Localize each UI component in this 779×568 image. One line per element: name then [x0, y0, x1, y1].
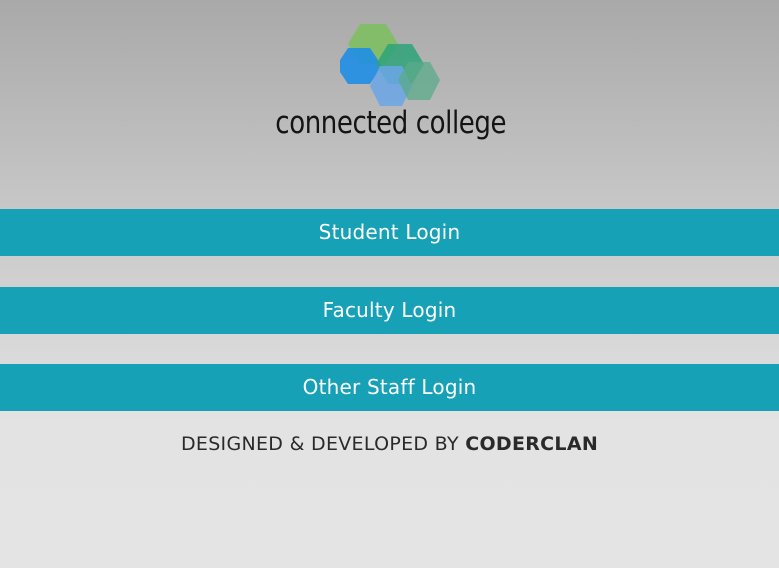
student-login-button[interactable]: Student Login [0, 209, 779, 256]
college-logo: connected college [0, 14, 779, 154]
faculty-login-button[interactable]: Faculty Login [0, 287, 779, 334]
hexagon-cluster-logo-icon [340, 24, 440, 106]
other-staff-login-button[interactable]: Other Staff Login [0, 364, 779, 411]
logo-text: connected college [275, 105, 507, 141]
footer-brand: CODERCLAN [465, 433, 599, 455]
footer-credit-prefix: DESIGNED & DEVELOPED BY [180, 433, 466, 455]
footer-credit: DESIGNED & DEVELOPED BY CODERCLAN [0, 433, 779, 455]
